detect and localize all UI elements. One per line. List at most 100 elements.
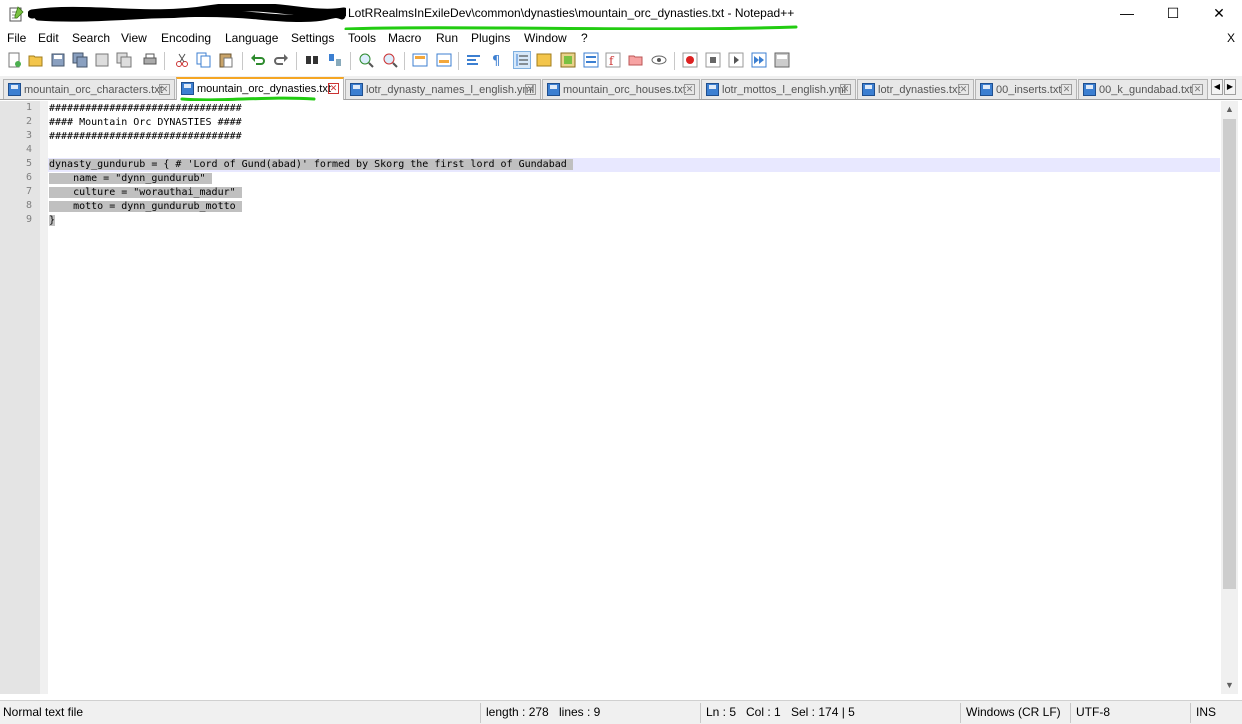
toolbar-separator — [350, 52, 351, 70]
tab-00-inserts[interactable]: 00_inserts.txt ✕ — [975, 79, 1077, 99]
toolbar-separator — [296, 52, 297, 70]
playback-macro-icon[interactable] — [728, 52, 744, 68]
code-line: name = "dynn_gundurub" — [49, 172, 212, 186]
file-tab-icon — [1083, 83, 1096, 96]
scroll-down-arrow-icon[interactable]: ▼ — [1221, 677, 1238, 694]
tab-label: lotr_dynasties.txt — [878, 84, 961, 96]
minimize-button[interactable]: — — [1104, 0, 1150, 28]
toolbar-separator — [674, 52, 675, 70]
tab-close-icon[interactable]: ✕ — [159, 84, 170, 95]
status-bar: Normal text file length : 278 lines : 9 … — [0, 700, 1242, 724]
toolbar-separator — [164, 52, 165, 70]
function-icon[interactable]: f — [605, 52, 621, 68]
zoom-in-icon[interactable] — [358, 52, 374, 68]
tab-close-icon[interactable]: ✕ — [1192, 84, 1203, 95]
fold-margin[interactable] — [40, 101, 48, 694]
scrollbar-thumb[interactable] — [1223, 119, 1236, 589]
status-eol: Windows (CR LF) — [966, 705, 1061, 719]
vertical-scrollbar[interactable]: ▲ ▼ — [1221, 101, 1238, 694]
code-line: culture = "worauthai_madur" — [49, 186, 242, 200]
tab-lotr-dynasty-names[interactable]: lotr_dynasty_names_l_english.yml ✕ — [345, 79, 541, 99]
word-wrap-icon[interactable] — [466, 52, 482, 68]
menu-window[interactable]: Window — [524, 31, 567, 45]
copy-icon[interactable] — [196, 52, 212, 68]
line-number: 9 — [25, 214, 32, 225]
monitoring-icon[interactable] — [651, 52, 667, 68]
menu-search[interactable]: Search — [72, 31, 110, 45]
close-document-button[interactable]: X — [1227, 31, 1235, 45]
text-editor[interactable]: 1 2 3 4 5 6 7 8 9 ######################… — [0, 101, 1242, 696]
toolbar-separator — [404, 52, 405, 70]
tab-close-icon[interactable]: ✕ — [958, 84, 969, 95]
tab-mountain-orc-characters[interactable]: mountain_orc_characters.txt ✕ — [3, 79, 175, 99]
paste-icon[interactable] — [218, 52, 234, 68]
open-file-icon[interactable] — [28, 52, 44, 68]
selected-code-text: culture = "worauthai_madur" — [49, 187, 242, 198]
save-icon[interactable] — [50, 52, 66, 68]
tab-close-icon[interactable]: ✕ — [328, 83, 339, 94]
indent-guide-icon[interactable] — [513, 51, 531, 69]
close-window-button[interactable]: ✕ — [1196, 0, 1242, 28]
menu-tools[interactable]: Tools — [348, 31, 376, 45]
line-number: 3 — [25, 130, 32, 141]
redo-icon[interactable] — [273, 52, 289, 68]
save-macro-icon[interactable] — [774, 52, 790, 68]
undo-icon[interactable] — [250, 52, 266, 68]
menu-plugins[interactable]: Plugins — [471, 31, 510, 45]
line-number: 2 — [25, 116, 32, 127]
scroll-up-arrow-icon[interactable]: ▲ — [1221, 101, 1238, 118]
menu-edit[interactable]: Edit — [38, 31, 59, 45]
status-sel: Sel : 174 | 5 — [791, 705, 855, 719]
tab-close-icon[interactable]: ✕ — [1061, 84, 1072, 95]
tab-scroll-right-button[interactable]: ▶ — [1224, 79, 1236, 95]
stop-record-icon[interactable] — [705, 52, 721, 68]
status-divider — [960, 703, 961, 723]
cut-icon[interactable] — [174, 52, 190, 68]
status-lines: lines : 9 — [559, 705, 601, 719]
udl-icon[interactable] — [536, 52, 552, 68]
code-line: #### Mountain Orc DYNASTIES #### — [49, 116, 242, 130]
print-icon[interactable] — [142, 52, 158, 68]
sync-horizontal-icon[interactable] — [436, 52, 452, 68]
close-all-icon[interactable] — [116, 52, 132, 68]
zoom-out-icon[interactable] — [382, 52, 398, 68]
selected-code-text: name = "dynn_gundurub" — [49, 173, 212, 184]
new-file-icon[interactable] — [6, 52, 22, 68]
record-macro-icon[interactable] — [682, 52, 698, 68]
tab-close-icon[interactable]: ✕ — [684, 84, 695, 95]
code-area[interactable]: ################################ #### Mo… — [48, 101, 1220, 694]
menu-settings[interactable]: Settings — [291, 31, 334, 45]
tab-00-k-gundabad[interactable]: 00_k_gundabad.txt ✕ — [1078, 79, 1208, 99]
close-icon[interactable] — [94, 52, 110, 68]
sync-vertical-icon[interactable] — [412, 52, 428, 68]
show-all-chars-icon[interactable]: ¶ — [489, 52, 505, 68]
code-line: ################################ — [49, 130, 242, 144]
tab-lotr-dynasties[interactable]: lotr_dynasties.txt ✕ — [857, 79, 974, 99]
save-all-icon[interactable] — [72, 52, 88, 68]
folder-workspace-icon[interactable] — [628, 52, 644, 68]
menu-file[interactable]: File — [7, 31, 26, 45]
toolbar-separator — [242, 52, 243, 70]
tab-close-icon[interactable]: ✕ — [840, 84, 851, 95]
menu-encoding[interactable]: Encoding — [161, 31, 211, 45]
menu-help[interactable]: ? — [581, 31, 588, 45]
find-icon[interactable] — [304, 52, 320, 68]
code-line-text: #### Mountain Orc DYNASTIES #### — [49, 117, 242, 128]
tab-close-icon[interactable]: ✕ — [525, 84, 536, 95]
document-map-icon[interactable] — [560, 52, 576, 68]
file-tab-icon — [350, 83, 363, 96]
status-divider — [1070, 703, 1071, 723]
menu-bar: File Edit Search View Encoding Language … — [0, 30, 1242, 48]
function-list-icon[interactable] — [583, 52, 599, 68]
tab-mountain-orc-houses[interactable]: mountain_orc_houses.txt ✕ — [542, 79, 700, 99]
tab-lotr-mottos[interactable]: lotr_mottos_l_english.yml ✕ — [701, 79, 856, 99]
run-macro-multiple-icon[interactable] — [751, 52, 767, 68]
menu-language[interactable]: Language — [225, 31, 278, 45]
menu-run[interactable]: Run — [436, 31, 458, 45]
tab-scroll-left-button[interactable]: ◀ — [1211, 79, 1223, 95]
maximize-button[interactable]: ☐ — [1150, 0, 1196, 28]
menu-view[interactable]: View — [121, 31, 147, 45]
status-insert-mode: INS — [1196, 705, 1217, 719]
replace-icon[interactable] — [327, 52, 343, 68]
menu-macro[interactable]: Macro — [388, 31, 421, 45]
